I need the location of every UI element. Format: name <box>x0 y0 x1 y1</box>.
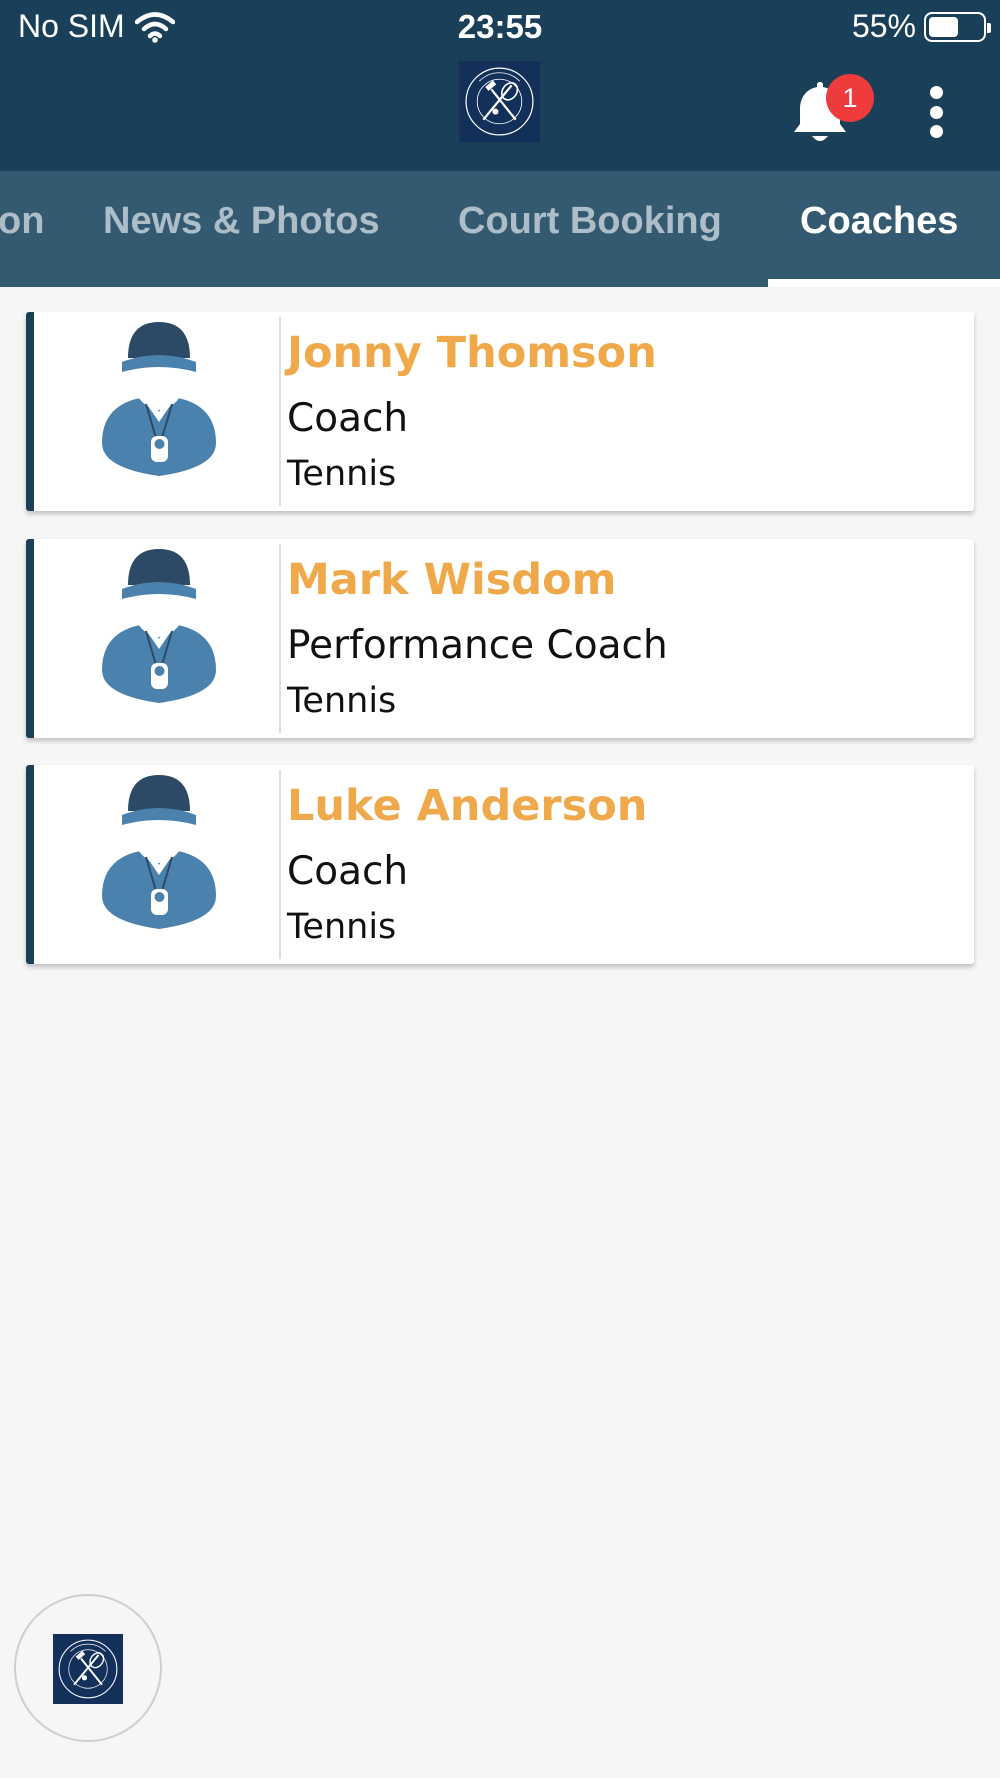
woking-club-logo-icon <box>53 1634 123 1704</box>
tab-bar: on News & Photos Court Booking Coaches <box>0 171 1000 287</box>
coach-sport: Tennis <box>287 907 397 947</box>
app-header: No SIM 23:55 55% 1 <box>0 0 1000 171</box>
battery-percent: 55% <box>851 8 916 44</box>
notification-badge[interactable]: 1 <box>826 74 874 122</box>
coach-sport: Tennis <box>287 454 397 494</box>
coach-card[interactable]: Jonny Thomson Coach Tennis <box>26 312 974 511</box>
coach-role: Coach <box>287 396 409 441</box>
kebab-dot <box>929 125 943 138</box>
battery-icon <box>924 11 991 42</box>
status-right: 55% <box>851 8 991 45</box>
coach-sport: Tennis <box>287 681 397 721</box>
card-divider <box>279 770 281 959</box>
coach-role: Coach <box>287 849 409 894</box>
woking-club-logo-icon <box>459 61 540 142</box>
card-divider <box>279 317 281 506</box>
coach-avatar-icon <box>92 771 226 941</box>
tab-court-booking[interactable]: Court Booking <box>458 171 722 287</box>
coach-name: Jonny Thomson <box>287 328 657 378</box>
card-divider <box>279 544 281 733</box>
coach-card[interactable]: Luke Anderson Coach Tennis <box>26 765 974 964</box>
battery-fill <box>929 16 958 37</box>
active-tab-indicator <box>768 279 1000 287</box>
coach-role: Performance Coach <box>287 623 668 668</box>
tab-partial[interactable]: on <box>0 171 44 287</box>
battery-nub <box>987 22 991 33</box>
kebab-dot <box>929 86 943 99</box>
coach-avatar-icon <box>92 318 226 488</box>
status-bar: No SIM 23:55 55% <box>0 0 1000 56</box>
kebab-dot <box>929 105 943 119</box>
club-home-button[interactable] <box>14 1594 162 1742</box>
coach-card[interactable]: Mark Wisdom Performance Coach Tennis <box>26 539 974 738</box>
clock: 23:55 <box>457 8 543 45</box>
coach-name: Mark Wisdom <box>287 555 617 605</box>
tab-news-photos[interactable]: News & Photos <box>103 171 380 287</box>
coach-name: Luke Anderson <box>287 781 648 831</box>
tab-coaches[interactable]: Coaches <box>800 171 958 287</box>
coach-avatar-icon <box>92 545 226 715</box>
more-options-icon[interactable] <box>916 82 956 142</box>
